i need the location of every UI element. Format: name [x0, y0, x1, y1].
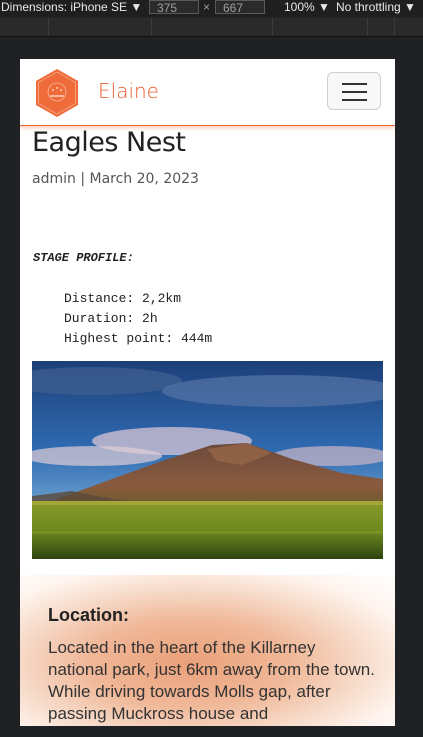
- post-title: Eagles Nest: [32, 127, 186, 158]
- stat-duration: Duration: 2h: [64, 311, 158, 326]
- site-navbar: Elaine: [20, 59, 395, 126]
- location-heading: Location:: [48, 605, 129, 625]
- stat-highest-point: Highest point: 444m: [64, 331, 213, 346]
- post-meta: admin | March 20, 2023: [32, 171, 199, 187]
- mountain-landscape-image: [32, 361, 383, 559]
- emulated-viewport: Elaine Eagles Nest admin | March 20, 202…: [20, 59, 395, 726]
- brand-name[interactable]: Elaine: [98, 79, 159, 103]
- stat-distance: Distance: 2,2km: [64, 291, 182, 306]
- location-section: Location: Located in the heart of the Ki…: [20, 575, 395, 726]
- stage-profile-heading: STAGE PROFILE:: [33, 251, 134, 265]
- media-query-ruler: [0, 18, 423, 37]
- navbar-toggle-button[interactable]: [327, 72, 381, 110]
- device-dimensions-dropdown[interactable]: Dimensions: iPhone SE ▼: [1, 0, 142, 14]
- hexagon-logo-icon[interactable]: [32, 68, 82, 118]
- throttling-dropdown[interactable]: No throttling ▼: [336, 0, 416, 14]
- zoom-dropdown[interactable]: 100% ▼: [284, 0, 330, 14]
- dimension-separator: ×: [203, 0, 211, 14]
- location-description: Located in the heart of the Killarney na…: [48, 638, 375, 723]
- viewport-width-input[interactable]: 375: [149, 0, 199, 15]
- devtools-device-toolbar: Dimensions: iPhone SE ▼ 375 × 667 100% ▼…: [0, 0, 423, 16]
- stage-stats: Distance: 2,2km Duration: 2h Highest poi…: [64, 289, 212, 349]
- viewport-height-input[interactable]: 667: [215, 0, 265, 15]
